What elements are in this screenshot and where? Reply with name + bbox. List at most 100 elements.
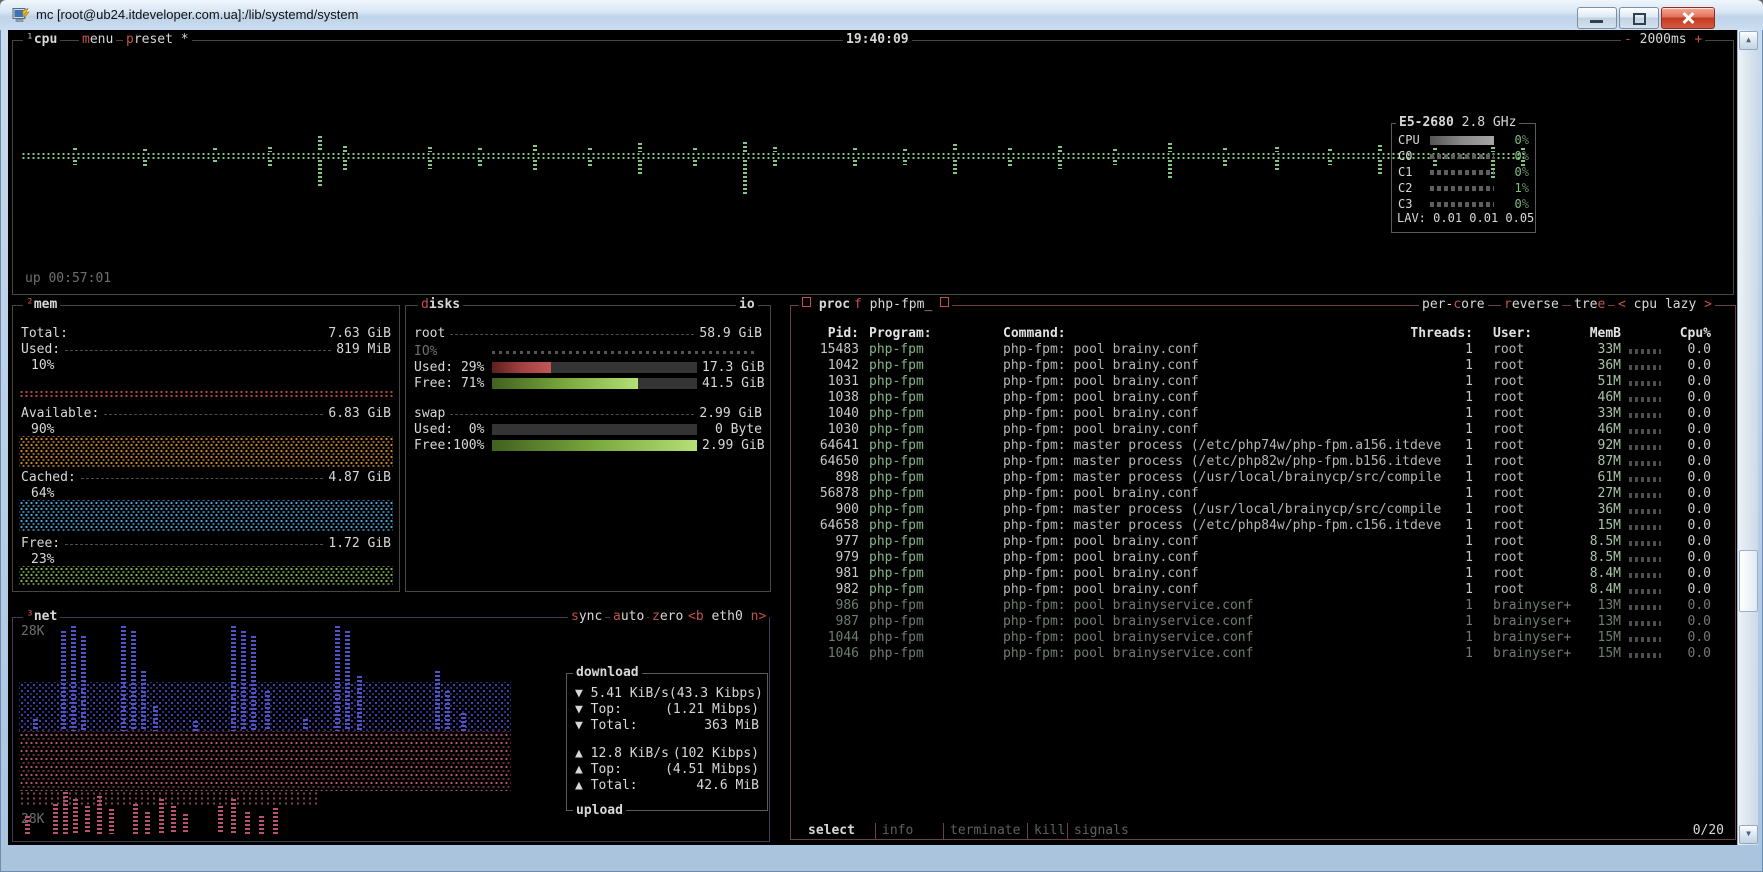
proc-mem-graph xyxy=(1629,397,1661,402)
proc-row[interactable]: 986php-fpmphp-fpm: pool brainyservice.co… xyxy=(791,598,1735,614)
proc-row[interactable]: 64658php-fpmphp-fpm: master process (/et… xyxy=(791,518,1735,534)
proc-program: php-fpm xyxy=(869,422,924,438)
net-download-bar xyxy=(141,671,146,731)
proc-row[interactable]: 15483php-fpmphp-fpm: pool brainy.conf1ro… xyxy=(791,342,1735,358)
info-action[interactable]: info xyxy=(875,823,919,839)
proc-row[interactable]: 977php-fpmphp-fpm: pool brainy.conf1root… xyxy=(791,534,1735,550)
cpu-graph-spike xyxy=(533,145,537,152)
interval-value: 2000ms xyxy=(1640,32,1687,47)
proc-cpu: 0.0 xyxy=(1675,534,1711,550)
proc-user: root xyxy=(1493,502,1524,518)
net-sync-toggle[interactable]: sync xyxy=(568,609,605,625)
proc-row[interactable]: 1031php-fpmphp-fpm: pool brainy.conf1roo… xyxy=(791,374,1735,390)
cpu-meter-value: 0% xyxy=(1496,164,1529,180)
proc-row[interactable]: 982php-fpmphp-fpm: pool brainy.conf1root… xyxy=(791,582,1735,598)
interval-increase[interactable]: + xyxy=(1694,32,1702,47)
close-button[interactable] xyxy=(1661,7,1715,29)
proc-user: root xyxy=(1493,582,1524,598)
proc-pid: 64641 xyxy=(799,438,859,454)
minimize-button[interactable] xyxy=(1577,7,1617,29)
net-download-bar xyxy=(335,626,340,731)
proc-row[interactable]: 64641php-fpmphp-fpm: master process (/et… xyxy=(791,438,1735,454)
net-download-bar xyxy=(61,631,66,731)
proc-row[interactable]: 1042php-fpmphp-fpm: pool brainy.conf1roo… xyxy=(791,358,1735,374)
proc-filter[interactable]: f php-fpm_ xyxy=(851,297,952,313)
proc-program: php-fpm xyxy=(869,406,924,422)
proc-cpu: 0.0 xyxy=(1675,358,1711,374)
mem-box-title[interactable]: ²mem xyxy=(23,297,60,313)
cpu-meter-value: 1% xyxy=(1496,180,1529,196)
proc-row[interactable]: 1040php-fpmphp-fpm: pool brainy.conf1roo… xyxy=(791,406,1735,422)
proc-user: root xyxy=(1493,422,1524,438)
proc-mem-graph xyxy=(1629,413,1661,418)
preset-button[interactable]: preset * xyxy=(123,32,192,48)
proc-mem-graph xyxy=(1629,493,1661,498)
proc-threads: 1 xyxy=(1383,374,1473,390)
proc-row[interactable]: 56878php-fpmphp-fpm: pool brainy.conf1ro… xyxy=(791,486,1735,502)
proc-row[interactable]: 64650php-fpmphp-fpm: master process (/et… xyxy=(791,454,1735,470)
proc-pid: 1038 xyxy=(799,390,859,406)
cpu-meter-bar xyxy=(1430,136,1494,145)
interval-decrease[interactable]: - xyxy=(1624,32,1632,47)
sort-column-selector[interactable]: < cpu lazy > xyxy=(1615,297,1715,313)
kill-action[interactable]: kill xyxy=(1027,823,1071,839)
mem-available-row: Available:6.83 GiB xyxy=(21,406,391,422)
titlebar[interactable]: mc [root@ub24.itdeveloper.com.ua]:/lib/s… xyxy=(0,0,1763,30)
upload-stat-label: Top: xyxy=(583,762,622,778)
scrollbar[interactable]: ▲ ▼ xyxy=(1737,30,1758,845)
proc-row[interactable]: 900php-fpmphp-fpm: master process (/usr/… xyxy=(791,502,1735,518)
proc-pid: 64650 xyxy=(799,454,859,470)
proc-threads: 1 xyxy=(1383,502,1473,518)
download-stat-label: Total: xyxy=(583,718,638,734)
proc-user: root xyxy=(1493,566,1524,582)
net-interface-switcher[interactable]: <b eth0 n> xyxy=(685,609,769,625)
proc-threads: 1 xyxy=(1383,486,1473,502)
terminal: ¹cpu menu preset * 19:40:09 - 2000ms + E… xyxy=(8,30,1737,845)
io-toggle[interactable]: io xyxy=(736,297,758,313)
disk-root-free-label: Free: 71% xyxy=(414,376,484,392)
proc-user: root xyxy=(1493,486,1524,502)
disks-box-title[interactable]: disks xyxy=(418,297,463,313)
download-stat-value: (43.3 Kibps) xyxy=(669,686,763,702)
cpu-meter-dots xyxy=(1430,202,1494,207)
proc-threads: 1 xyxy=(1383,534,1473,550)
per-core-toggle[interactable]: per-core xyxy=(1419,297,1488,313)
proc-row[interactable]: 981php-fpmphp-fpm: pool brainy.conf1root… xyxy=(791,566,1735,582)
select-action[interactable]: select xyxy=(805,823,858,839)
disk-swap-free-label: Free:100% xyxy=(414,438,484,454)
proc-cpu: 0.0 xyxy=(1675,582,1711,598)
proc-box-title[interactable]: proc xyxy=(799,297,853,313)
proc-program: php-fpm xyxy=(869,502,924,518)
net-zero-toggle[interactable]: zero xyxy=(649,609,686,625)
proc-row[interactable]: 1046php-fpmphp-fpm: pool brainyservice.c… xyxy=(791,646,1735,662)
proc-row[interactable]: 1030php-fpmphp-fpm: pool brainy.conf1roo… xyxy=(791,422,1735,438)
proc-cpu: 0.0 xyxy=(1675,374,1711,390)
terminate-action[interactable]: terminate xyxy=(943,823,1026,839)
maximize-icon xyxy=(1633,13,1646,25)
cpu-meter-value: 0% xyxy=(1496,132,1529,148)
disk-root-io-label: IO% xyxy=(414,344,437,360)
cpu-graph-spike xyxy=(1275,160,1279,170)
download-stat-value: (1.21 Mibps) xyxy=(665,702,759,718)
proc-cpu: 0.0 xyxy=(1675,470,1711,486)
scroll-up-icon[interactable]: ▲ xyxy=(1739,31,1758,50)
disk-root-free-meter xyxy=(492,378,697,389)
net-auto-toggle[interactable]: auto xyxy=(610,609,647,625)
proc-row[interactable]: 1044php-fpmphp-fpm: pool brainyservice.c… xyxy=(791,630,1735,646)
maximize-button[interactable] xyxy=(1619,7,1659,29)
signals-action[interactable]: signals xyxy=(1067,823,1135,839)
proc-row[interactable]: 979php-fpmphp-fpm: pool brainy.conf1root… xyxy=(791,550,1735,566)
proc-row[interactable]: 987php-fpmphp-fpm: pool brainyservice.co… xyxy=(791,614,1735,630)
scroll-down-icon[interactable]: ▼ xyxy=(1739,825,1758,844)
cpu-graph-spike xyxy=(743,160,747,194)
proc-mem: 15M xyxy=(1573,630,1621,646)
scrollbar-thumb[interactable] xyxy=(1739,550,1758,612)
cpu-box-title[interactable]: ¹cpu xyxy=(23,32,60,48)
proc-row[interactable]: 898php-fpmphp-fpm: master process (/usr/… xyxy=(791,470,1735,486)
proc-row[interactable]: 1038php-fpmphp-fpm: pool brainy.conf1roo… xyxy=(791,390,1735,406)
net-box-title[interactable]: ³net xyxy=(23,609,60,625)
net-upload-bar xyxy=(218,806,223,834)
tree-toggle[interactable]: tree xyxy=(1571,297,1608,313)
menu-button[interactable]: menu xyxy=(79,32,116,48)
reverse-toggle[interactable]: reverse xyxy=(1501,297,1562,313)
